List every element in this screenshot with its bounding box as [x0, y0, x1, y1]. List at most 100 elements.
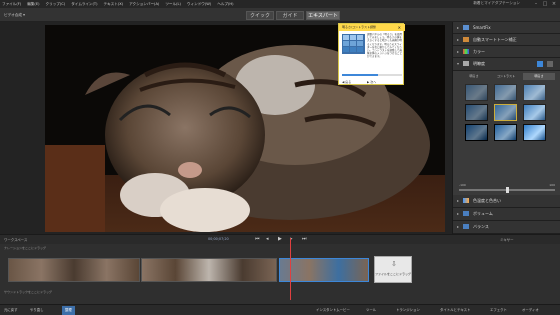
help-panel: 明るさ/コントラスト調整 ✕ 調整パネルの「明るさ」を使用してみましょう。明るさ… — [338, 23, 405, 85]
redo-button[interactable]: やり直し — [30, 306, 44, 315]
clarity-icon — [463, 61, 469, 66]
clarity-section: 明るさ コントラスト 明るさ -100 100 — [453, 71, 560, 195]
help-title: 明るさ/コントラスト調整 — [339, 24, 405, 31]
download-arrow-icon: ⇩ — [391, 260, 397, 268]
tab-guided[interactable]: ガイド — [276, 11, 304, 20]
minimize-icon[interactable]: – — [532, 1, 540, 7]
menu-bar: ファイル(F) 編集(E) クリップ(C) タイムライン(T) テキスト(X) … — [0, 0, 560, 8]
slider-max-label: 100 — [549, 183, 555, 187]
adjust-temperature[interactable]: ▸ 色温度と色合い — [453, 195, 560, 208]
tools-button[interactable]: ツール — [366, 306, 376, 315]
temperature-icon — [463, 198, 469, 203]
expand-arrow-icon[interactable]: ▸ — [457, 224, 459, 229]
help-body: 調整パネルの「明るさ」を使用してみましょう。明るさの値を大きくすると暗かった画像… — [367, 33, 403, 59]
menu-timeline[interactable]: タイムライン(T) — [71, 2, 97, 7]
step-back-icon[interactable]: ◂ — [266, 236, 269, 242]
adjust-label: カラー — [473, 49, 485, 54]
expand-arrow-icon[interactable]: ▸ — [457, 49, 459, 54]
menu-file[interactable]: ファイル(F) — [2, 2, 21, 7]
expand-arrow-icon[interactable]: ▸ — [457, 25, 459, 30]
action-bar: 元に戻す やり直し 整理 インスタントムービー ツール トランジション タイトル… — [0, 304, 560, 315]
preset-grid — [465, 84, 549, 144]
adjust-label: 自動スマートトーン補正 — [473, 37, 517, 42]
toggle-icon[interactable] — [537, 61, 543, 67]
close-icon[interactable]: × — [550, 1, 558, 7]
subtab-brightness[interactable]: 明るさ — [459, 73, 489, 80]
help-progress-bar — [342, 74, 402, 76]
tab-expert[interactable]: エキスパート — [306, 11, 340, 20]
subtab-active[interactable]: 明るさ — [523, 73, 555, 80]
menu-actionbar[interactable]: アクションバー(A) — [129, 2, 159, 7]
preset-thumbnail[interactable] — [523, 104, 546, 121]
drop-label: ファイルをここにドラッグ — [375, 272, 412, 276]
preset-thumbnail[interactable] — [523, 124, 546, 141]
mode-select[interactable]: ビデオ合成 ▾ — [2, 11, 42, 19]
adjust-volume[interactable]: ▸ ボリューム — [453, 208, 560, 221]
soundtrack-track-label: サウンドトラックをここにドラッグ — [4, 290, 53, 294]
volume-icon — [463, 211, 469, 216]
instant-movie-button[interactable]: インスタントムービー — [316, 306, 350, 315]
adjust-smarttone[interactable]: ▸ 自動スマートトーン補正 — [453, 34, 560, 46]
help-next-button[interactable]: ▶ 次へ — [367, 80, 376, 84]
menu-clip[interactable]: クリップ(C) — [46, 2, 66, 7]
mixer-label[interactable]: ミキサー — [500, 237, 514, 242]
video-clip[interactable] — [8, 258, 140, 282]
video-clip[interactable] — [141, 258, 277, 282]
whats-new-link[interactable]: 新着とマイアダプテーション — [473, 1, 520, 6]
workspace-label[interactable]: ワークスペース — [4, 237, 27, 242]
help-back-button[interactable]: ◀ 戻る — [342, 80, 351, 84]
expand-arrow-icon[interactable]: ▸ — [457, 198, 459, 203]
preset-thumbnail[interactable] — [465, 84, 488, 101]
collapse-arrow-icon[interactable]: ▾ — [457, 61, 459, 66]
adjust-label: 色温度と色合い — [473, 198, 501, 203]
undo-button[interactable]: 元に戻す — [4, 306, 18, 315]
titles-button[interactable]: タイトルとテキスト — [440, 306, 470, 315]
reset-icon[interactable] — [547, 61, 553, 67]
transitions-button[interactable]: トランジション — [396, 306, 420, 315]
menu-tools[interactable]: ツール(L) — [165, 2, 181, 7]
narration-track-label: ナレーションをここにドラッグ — [4, 246, 46, 250]
fast-forward-icon[interactable]: ⏭ — [302, 236, 307, 242]
subtab-contrast[interactable]: コントラスト — [491, 73, 521, 80]
preset-thumbnail[interactable] — [465, 104, 488, 121]
close-icon[interactable]: ✕ — [398, 24, 401, 31]
tab-quick[interactable]: クイック — [246, 11, 274, 20]
preset-thumbnail[interactable] — [523, 84, 546, 101]
help-illustration — [342, 34, 365, 54]
adjust-color[interactable]: ▸ カラー — [453, 46, 560, 58]
adjust-label: SmartFix — [473, 25, 491, 30]
balance-icon — [463, 224, 469, 229]
slider-min-label: -100 — [459, 183, 466, 187]
effects-button[interactable]: エフェクト — [490, 306, 507, 315]
preset-thumbnail[interactable] — [494, 84, 517, 101]
menu-edit[interactable]: 編集(E) — [27, 2, 39, 7]
smarttone-icon — [463, 37, 469, 42]
adjustments-panel: ▸ SmartFix ▸ 自動スマートトーン補正 ▸ カラー ▾ 明瞭度 明るさ… — [452, 22, 560, 234]
mode-toolbar: ビデオ合成 ▾ クイック ガイド エキスパート — [0, 8, 560, 22]
timeline-header: ワークスペース 00;00;07;20 ⏮ ◂ ▶ ▸ ⏭ ミキサー — [0, 234, 560, 244]
expand-arrow-icon[interactable]: ▸ — [457, 37, 459, 42]
adjust-smartfix[interactable]: ▸ SmartFix — [453, 22, 560, 34]
adjust-label: ボリューム — [473, 211, 493, 216]
color-icon — [463, 49, 469, 54]
adjust-balance[interactable]: ▸ バランス — [453, 221, 560, 234]
preset-thumbnail[interactable] — [494, 104, 517, 121]
timecode: 00;00;07;20 — [208, 237, 229, 241]
drop-zone[interactable]: ⇩ ファイルをここにドラッグ — [374, 256, 412, 283]
organizer-button[interactable]: 整理 — [62, 306, 75, 315]
rewind-icon[interactable]: ⏮ — [255, 236, 260, 242]
expand-arrow-icon[interactable]: ▸ — [457, 211, 459, 216]
audio-button[interactable]: オーディオ — [522, 306, 539, 315]
smartfix-icon — [463, 25, 469, 30]
playhead[interactable] — [290, 238, 291, 300]
video-clip-selected[interactable] — [279, 258, 369, 282]
preset-thumbnail[interactable] — [494, 124, 517, 141]
slider-knob[interactable] — [505, 187, 509, 193]
menu-text[interactable]: テキスト(X) — [104, 2, 124, 7]
maximize-icon[interactable]: □ — [541, 1, 549, 7]
menu-window[interactable]: ウィンドウ(W) — [187, 2, 211, 7]
adjust-clarity-header[interactable]: ▾ 明瞭度 — [453, 58, 560, 71]
play-icon[interactable]: ▶ — [278, 236, 282, 242]
menu-help[interactable]: ヘルプ(H) — [217, 2, 233, 7]
preset-thumbnail[interactable] — [465, 124, 488, 141]
